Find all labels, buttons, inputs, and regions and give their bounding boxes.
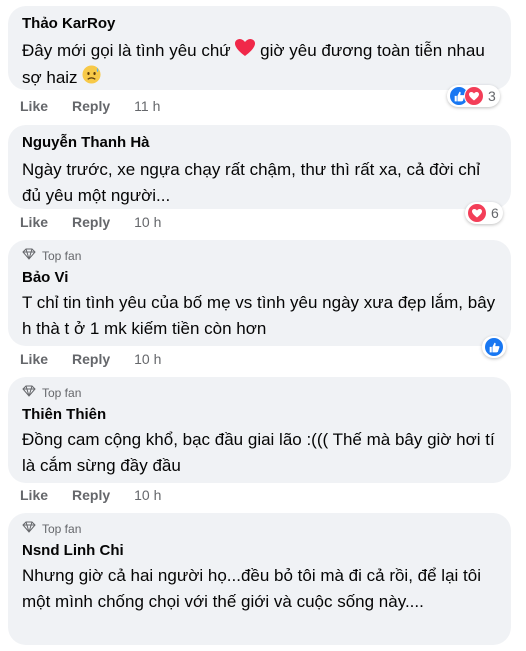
comment-bubble: Top fan Thiên Thiên Đồng cam cộng khổ, b… [8, 377, 511, 483]
heart-emoji-icon [235, 38, 256, 65]
comment-timestamp[interactable]: 10 h [134, 214, 161, 230]
comment-bubble: Top fan Nsnd Linh Chi Nhưng giờ cả hai n… [8, 513, 511, 645]
comment-timestamp[interactable]: 10 h [134, 351, 161, 367]
like-button[interactable]: Like [20, 98, 48, 114]
reply-button[interactable]: Reply [72, 351, 110, 367]
comment-author[interactable]: Nsnd Linh Chi [22, 541, 497, 561]
comment-actions: Like Reply 10 h [20, 214, 161, 230]
comment-text: Đồng cam cộng khổ, bạc đầu giai lão :(((… [22, 430, 495, 475]
top-fan-badge: Top fan [22, 385, 497, 401]
comment-text: Ngày trước, xe ngựa chạy rất chậm, thư t… [22, 160, 481, 205]
top-fan-label: Top fan [42, 522, 82, 536]
diamond-icon [22, 520, 36, 538]
comment-text: T chỉ tin tình yêu của bố mẹ vs tình yêu… [22, 293, 496, 338]
comment-bubble: Top fan Bảo Vi T chỉ tin tình yêu của bố… [8, 240, 511, 346]
comment-author[interactable]: Bảo Vi [22, 268, 497, 288]
love-icon [467, 203, 487, 223]
like-button[interactable]: Like [20, 214, 48, 230]
like-icon [484, 337, 504, 357]
comment-timestamp[interactable]: 10 h [134, 487, 161, 503]
reaction-summary[interactable]: 3 [447, 85, 500, 107]
diamond-icon [22, 384, 36, 402]
comment-bubble: Nguyễn Thanh Hà Ngày trước, xe ngựa chạy… [8, 125, 511, 209]
reply-button[interactable]: Reply [72, 487, 110, 503]
like-button[interactable]: Like [20, 487, 48, 503]
comment-author[interactable]: Thiên Thiên [22, 405, 497, 425]
diamond-icon [22, 247, 36, 265]
top-fan-badge: Top fan [22, 248, 497, 264]
like-button[interactable]: Like [20, 351, 48, 367]
love-icon [464, 86, 484, 106]
top-fan-label: Top fan [42, 249, 82, 263]
reaction-count: 3 [488, 88, 496, 104]
comment-author[interactable]: Thảo KarRoy [22, 14, 497, 34]
comment-text-part: Đây mới gọi là tình yêu chứ [22, 41, 231, 60]
top-fan-label: Top fan [42, 386, 82, 400]
comment-actions: Like Reply 11 h [20, 98, 160, 114]
reaction-count: 6 [491, 205, 499, 221]
comment-actions: Like Reply 10 h [20, 351, 161, 367]
comment-bubble: Thảo KarRoy Đây mới gọi là tình yêu chứ … [8, 6, 511, 90]
reaction-summary[interactable] [482, 336, 506, 358]
comment-text: Nhưng giờ cả hai người họ...đều bỏ tôi m… [22, 566, 481, 611]
top-fan-badge: Top fan [22, 521, 497, 537]
reaction-summary[interactable]: 6 [465, 202, 503, 224]
comment-text: Đây mới gọi là tình yêu chứ giờ yêu đươn… [22, 38, 497, 92]
comment-actions: Like Reply 10 h [20, 487, 161, 503]
reply-button[interactable]: Reply [72, 98, 110, 114]
comment-timestamp[interactable]: 11 h [134, 98, 160, 114]
comment-author[interactable]: Nguyễn Thanh Hà [22, 133, 497, 153]
sad-sweat-emoji-icon [82, 65, 101, 92]
reply-button[interactable]: Reply [72, 214, 110, 230]
